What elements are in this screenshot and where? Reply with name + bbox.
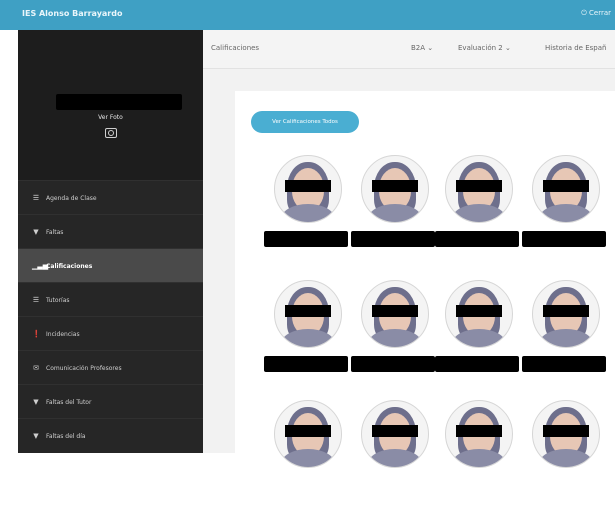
student-photo[interactable]: [274, 400, 342, 468]
redaction-bar: [372, 305, 418, 317]
filter-icon: ▼: [33, 228, 39, 236]
sidebar-item-label: Incidencias: [46, 331, 80, 338]
redacted-student-name: [351, 356, 435, 372]
redacted-student-name: [435, 231, 519, 247]
student-photo[interactable]: [361, 280, 429, 348]
sidebar-item-faltas[interactable]: ▼ Faltas: [18, 214, 203, 248]
student-photo[interactable]: [532, 155, 600, 223]
sidebar-item-calificaciones[interactable]: ▁▃▅Calificaciones: [18, 248, 203, 282]
redacted-student-name: [435, 356, 519, 372]
sidebar-menu: ☰ Agenda de Clase ▼ Faltas ▁▃▅Calificacion…: [18, 180, 203, 452]
sidebar-item-label: Faltas del Tutor: [46, 399, 92, 406]
subject-select[interactable]: Historia de Españ: [545, 44, 606, 52]
chevron-down-icon: ⌄: [504, 44, 511, 52]
chevron-down-icon: ⌄: [427, 44, 434, 52]
redaction-bar: [372, 180, 418, 192]
redaction-bar: [285, 425, 331, 437]
logout-link[interactable]: ⏻ Cerrar: [581, 9, 611, 18]
student-card[interactable]: [433, 155, 523, 265]
student-card[interactable]: [262, 400, 352, 510]
student-card[interactable]: [520, 400, 610, 510]
page-header: Calificaciones B2A ⌄ Evaluación 2 ⌄ Hist…: [203, 30, 615, 69]
redaction-bar: [543, 425, 589, 437]
camera-icon[interactable]: [105, 128, 117, 138]
redaction-bar: [285, 305, 331, 317]
filter-icon: ▼: [33, 398, 39, 406]
list-icon: ☰: [32, 194, 40, 202]
redaction-bar: [285, 180, 331, 192]
student-photo[interactable]: [532, 280, 600, 348]
redacted-student-name: [351, 231, 435, 247]
student-card[interactable]: [262, 280, 352, 390]
student-photo[interactable]: [361, 400, 429, 468]
subject-value: Historia de Españ: [545, 44, 607, 52]
student-card[interactable]: [349, 155, 439, 265]
student-photo[interactable]: [274, 155, 342, 223]
redacted-student-name: [522, 356, 606, 372]
list-icon: ☰: [32, 296, 40, 304]
student-photo[interactable]: [274, 280, 342, 348]
sidebar-item-label: Calificaciones: [46, 263, 93, 270]
redacted-user-name: [56, 94, 182, 110]
redacted-student-name: [522, 231, 606, 247]
redaction-bar: [456, 180, 502, 192]
student-photo[interactable]: [445, 400, 513, 468]
sidebar-item-label: Tutorías: [46, 297, 70, 304]
evaluation-select[interactable]: Evaluación 2 ⌄: [458, 44, 511, 52]
student-card[interactable]: [433, 280, 523, 390]
sidebar-item-label: Faltas: [46, 229, 64, 236]
student-card[interactable]: [262, 155, 352, 265]
student-card[interactable]: [520, 280, 610, 390]
group-value: B2A: [411, 44, 426, 52]
redaction-bar: [456, 425, 502, 437]
redacted-student-name: [264, 356, 348, 372]
alert-icon: ❗: [32, 330, 41, 338]
sidebar-item-incidencias[interactable]: ❗ Incidencias: [18, 316, 203, 350]
bar-chart-icon: ▁▃▅: [32, 262, 49, 270]
filter-icon: ▼: [33, 432, 39, 440]
student-card[interactable]: [349, 400, 439, 510]
top-bar: IES Alonso Barrayardo ⏻ Cerrar: [0, 0, 615, 30]
evaluation-value: Evaluación 2: [458, 44, 503, 52]
sidebar-item-comunicacion[interactable]: ✉ Comunicación Profesores: [18, 350, 203, 384]
sidebar-item-tutorias[interactable]: ☰ Tutorías: [18, 282, 203, 316]
redaction-bar: [543, 305, 589, 317]
redaction-bar: [372, 425, 418, 437]
sidebar-item-label: Comunicación Profesores: [46, 365, 122, 372]
sidebar-item-label: Faltas del día: [46, 433, 86, 440]
sidebar-item-faltas-tutor[interactable]: ▼ Faltas del Tutor: [18, 384, 203, 418]
profile-panel: Ver Foto: [18, 30, 203, 180]
mail-icon: ✉: [33, 364, 39, 372]
student-photo[interactable]: [445, 155, 513, 223]
ver-foto-link[interactable]: Ver Foto: [18, 114, 203, 121]
student-photo[interactable]: [532, 400, 600, 468]
students-panel: [235, 91, 615, 453]
student-card[interactable]: [520, 155, 610, 265]
page-title: Calificaciones: [211, 44, 260, 52]
sidebar-item-label: Agenda de Clase: [46, 195, 97, 202]
redaction-bar: [456, 305, 502, 317]
student-card[interactable]: [349, 280, 439, 390]
redaction-bar: [543, 180, 589, 192]
sidebar-item-faltas-dia[interactable]: ▼ Faltas del día: [18, 418, 203, 452]
group-select[interactable]: B2A ⌄: [411, 44, 433, 52]
app-title[interactable]: IES Alonso Barrayardo: [22, 9, 122, 18]
student-photo[interactable]: [361, 155, 429, 223]
sidebar-item-agenda[interactable]: ☰ Agenda de Clase: [18, 180, 203, 214]
view-all-grades-button[interactable]: Ver Calificaciones Todos: [251, 111, 359, 133]
student-photo[interactable]: [445, 280, 513, 348]
sidebar: Ver Foto ☰ Agenda de Clase ▼ Faltas ▁▃▅Cal…: [18, 30, 203, 453]
redacted-student-name: [264, 231, 348, 247]
student-card[interactable]: [433, 400, 523, 510]
